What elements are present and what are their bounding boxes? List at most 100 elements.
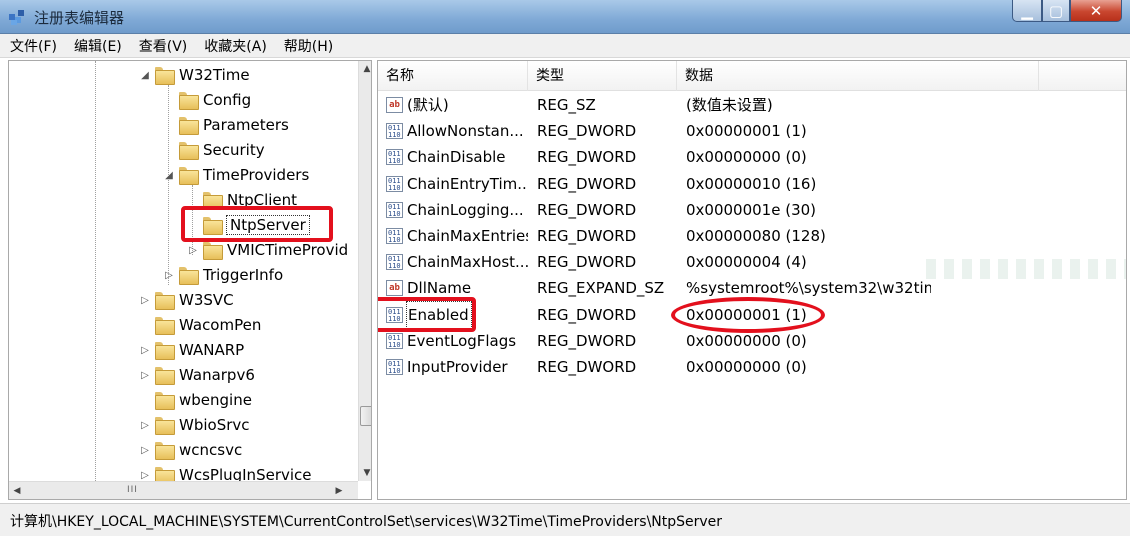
value-row[interactable]: 011 110 ChainEntryTim... REG_DWORD 0x000000… bbox=[378, 171, 1126, 197]
binary-value-icon: 011 110 bbox=[386, 175, 403, 192]
value-name: InputProvider bbox=[407, 358, 508, 376]
value-type: REG_DWORD bbox=[537, 305, 637, 324]
value-name: ChainEntryTim... bbox=[407, 174, 528, 193]
folder-icon bbox=[203, 192, 223, 210]
value-type: REG_DWORD bbox=[537, 227, 637, 245]
value-name: DllName bbox=[407, 279, 472, 298]
minimize-button[interactable]: ▁ bbox=[1012, 0, 1042, 22]
column-type[interactable]: 类型 bbox=[528, 61, 677, 91]
expand-icon[interactable]: ▷ bbox=[139, 470, 151, 481]
value-data: 0x00000000 (0) bbox=[686, 331, 807, 350]
value-row[interactable]: ab DllName REG_EXPAND_SZ %systemroot%\syste… bbox=[378, 275, 1126, 301]
maximize-button[interactable]: ▢ bbox=[1042, 0, 1070, 22]
binary-value-icon: 011 110 bbox=[386, 254, 403, 271]
value-row[interactable]: 011 110 InputProvider REG_DWORD 0x00000000 … bbox=[378, 354, 1126, 380]
folder-icon bbox=[179, 117, 199, 135]
folder-icon bbox=[179, 92, 199, 110]
menu-file[interactable]: 文件(F) bbox=[10, 36, 57, 56]
menu-help[interactable]: 帮助(H) bbox=[284, 36, 333, 56]
folder-icon bbox=[155, 392, 175, 410]
expand-icon[interactable]: ▷ bbox=[163, 270, 175, 281]
tree-item-label: WacomPen bbox=[179, 316, 262, 334]
tree-item-label: W3SVC bbox=[179, 291, 234, 309]
tree-item-wcncsvc[interactable]: ▷ wcncsvc bbox=[139, 438, 242, 462]
tree-item-label: TimeProviders bbox=[203, 166, 310, 184]
tree-item-wanarpv6[interactable]: ▷ Wanarpv6 bbox=[139, 363, 255, 387]
binary-value-icon: 011 110 bbox=[386, 332, 403, 349]
registry-editor-icon bbox=[9, 10, 24, 25]
scroll-thumb[interactable] bbox=[360, 406, 371, 426]
tree-item-w32time[interactable]: ◢ W32Time bbox=[139, 63, 250, 87]
collapse-icon[interactable]: ◢ bbox=[163, 170, 175, 181]
scroll-down-icon[interactable]: ▼ bbox=[359, 465, 371, 481]
tree-item-label: Parameters bbox=[203, 116, 289, 134]
expand-icon[interactable]: ▷ bbox=[139, 420, 151, 431]
tree-item-config[interactable]: Config bbox=[163, 88, 251, 112]
tree-vertical-scrollbar[interactable]: ▲ ▼ bbox=[358, 61, 371, 481]
tree-item-timeproviders[interactable]: ◢ TimeProviders bbox=[163, 163, 309, 187]
expand-icon[interactable]: ▷ bbox=[139, 295, 151, 306]
value-row[interactable]: 011 110 ChainMaxEntries REG_DWORD 0x0000008… bbox=[378, 223, 1126, 249]
tree-item-wbengine[interactable]: wbengine bbox=[139, 388, 252, 412]
scroll-grip[interactable]: III bbox=[127, 485, 138, 495]
key-tree-pane[interactable]: ◢ W32Time Config Parameters Security ◢ T… bbox=[8, 60, 372, 500]
value-row[interactable]: 011 110 EventLogFlags REG_DWORD 0x00000000 … bbox=[378, 328, 1126, 354]
value-data: 0x0000001e (30) bbox=[686, 200, 817, 219]
value-row[interactable]: 011 110 Enabled REG_DWORD 0x00000001 (1) bbox=[378, 300, 1126, 329]
expand-icon[interactable]: ▷ bbox=[187, 245, 199, 256]
value-data: 0x00000010 (16) bbox=[686, 174, 817, 193]
value-data: (数值未设置) bbox=[686, 96, 773, 114]
expand-icon[interactable]: ▷ bbox=[139, 445, 151, 456]
folder-icon bbox=[155, 292, 175, 310]
tree-item-wacompen[interactable]: WacomPen bbox=[139, 313, 261, 337]
scroll-right-icon[interactable]: ▶ bbox=[331, 482, 347, 499]
tree-item-w3svc[interactable]: ▷ W3SVC bbox=[139, 288, 234, 312]
tree-item-wbiosrvc[interactable]: ▷ WbioSrvc bbox=[139, 413, 250, 437]
value-row[interactable]: 011 110 ChainLogging... REG_DWORD 0x0000001… bbox=[378, 197, 1126, 223]
menu-edit[interactable]: 编辑(E) bbox=[74, 36, 122, 56]
menu-bar: 文件(F) 编辑(E) 查看(V) 收藏夹(A) 帮助(H) bbox=[0, 34, 1130, 58]
tree-item-wanarp[interactable]: ▷ WANARP bbox=[139, 338, 244, 362]
tree-item-parameters[interactable]: Parameters bbox=[163, 113, 289, 137]
tree-item-vmictimeprovider[interactable]: ▷ VMICTimeProvid bbox=[187, 238, 348, 262]
value-name: Enabled bbox=[406, 300, 472, 329]
value-row[interactable]: 011 110 AllowNonstan... REG_DWORD 0x0000000… bbox=[378, 118, 1126, 144]
value-data: 0x00000001 (1) bbox=[686, 122, 807, 141]
tree-item-ntpclient[interactable]: NtpClient bbox=[187, 188, 297, 212]
tree-item-security[interactable]: Security bbox=[163, 138, 265, 162]
menu-view[interactable]: 查看(V) bbox=[139, 36, 188, 56]
close-button[interactable]: ✕ bbox=[1070, 0, 1122, 22]
scroll-up-icon[interactable]: ▲ bbox=[359, 61, 371, 77]
tree-item-label: W32Time bbox=[179, 66, 250, 84]
value-name: AllowNonstan... bbox=[407, 122, 524, 141]
value-type: REG_DWORD bbox=[537, 174, 637, 193]
string-value-icon: ab bbox=[386, 97, 403, 113]
tree-horizontal-scrollbar[interactable]: ◀ III ▶ bbox=[9, 481, 358, 499]
scroll-left-icon[interactable]: ◀ bbox=[9, 482, 25, 499]
tree-item-label: WbioSrvc bbox=[179, 416, 250, 434]
value-name: (默认) bbox=[407, 96, 449, 114]
string-value-icon: ab bbox=[386, 280, 403, 297]
values-list-pane[interactable]: 名称 类型 数据 ab (默认) REG_SZ (数值未设置) 011 110 Allow… bbox=[377, 60, 1127, 500]
column-data[interactable]: 数据 bbox=[677, 61, 1039, 91]
collapse-icon[interactable]: ◢ bbox=[139, 70, 151, 81]
list-header: 名称 类型 数据 bbox=[378, 61, 1126, 91]
value-row[interactable]: ab (默认) REG_SZ (数值未设置) bbox=[378, 92, 1126, 118]
tree-item-triggerinfo[interactable]: ▷ TriggerInfo bbox=[163, 263, 283, 287]
value-row[interactable]: 011 110 ChainDisable REG_DWORD 0x00000000 (… bbox=[378, 144, 1126, 170]
registry-path: 计算机\HKEY_LOCAL_MACHINE\SYSTEM\CurrentCon… bbox=[10, 514, 723, 530]
tree-item-label: wcncsvc bbox=[179, 441, 243, 459]
value-data: 0x00000000 (0) bbox=[686, 358, 807, 376]
value-name: ChainMaxEntries bbox=[407, 227, 528, 245]
value-type: REG_EXPAND_SZ bbox=[537, 279, 665, 298]
window-title: 注册表编辑器 bbox=[34, 9, 125, 27]
folder-icon bbox=[179, 167, 199, 185]
value-type: REG_DWORD bbox=[537, 253, 637, 272]
expand-icon[interactable]: ▷ bbox=[139, 370, 151, 381]
expand-icon[interactable]: ▷ bbox=[139, 345, 151, 356]
column-name[interactable]: 名称 bbox=[378, 61, 528, 91]
folder-icon bbox=[155, 367, 175, 385]
tree-item-ntpserver[interactable]: NtpServer bbox=[187, 213, 310, 237]
value-data: 0x00000080 (128) bbox=[686, 227, 826, 245]
menu-favorites[interactable]: 收藏夹(A) bbox=[204, 36, 267, 56]
